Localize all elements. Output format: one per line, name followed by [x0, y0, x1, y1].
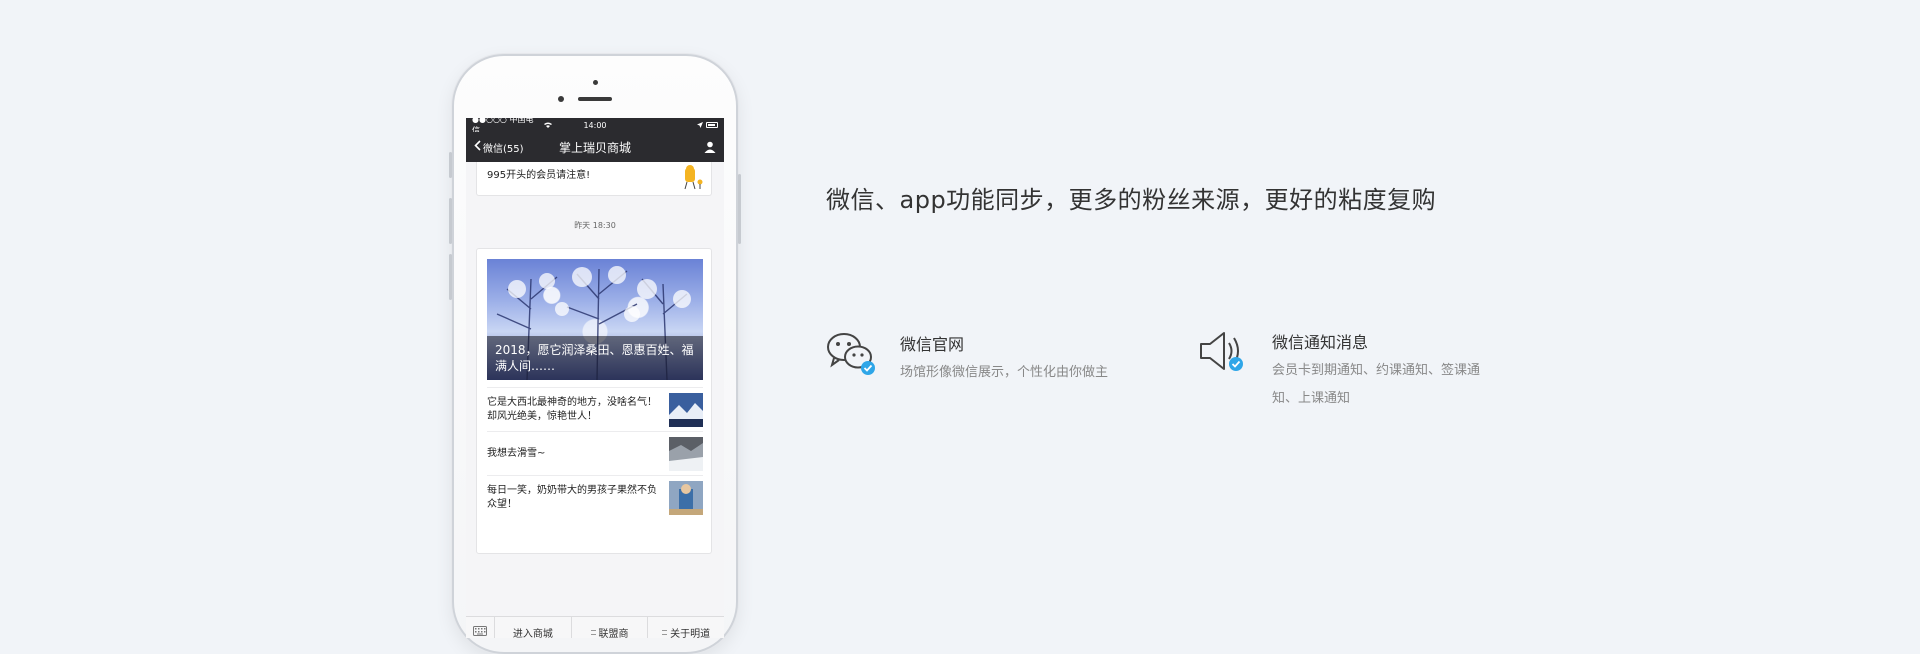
submenu-icon — [662, 629, 668, 635]
feature-wechat-website: 微信官网 场馆形像微信展示，个性化由你做主 — [826, 330, 1126, 387]
news-list-item[interactable]: 我想去滑雪~ — [487, 431, 703, 475]
message-timestamp: 昨天 18:30 — [574, 221, 616, 230]
menu-about[interactable]: 关于明道 — [648, 617, 724, 638]
menu-enter-mall[interactable]: 进入商城 — [495, 617, 572, 638]
feature-title: 微信官网 — [900, 335, 965, 354]
hero-caption: 2018，愿它润泽桑田、恩惠百姓、福满人间…… — [487, 336, 703, 380]
feature-wechat-notification: 微信通知消息 会员卡到期通知、约课通知、签课通知、上课通知 — [1198, 328, 1498, 413]
phone-screen: ●●○○○ 中国电信 14:00 微信(55) 掌上瑞贝商城 995开头的会员请… — [466, 118, 724, 638]
profile-icon[interactable] — [704, 138, 716, 157]
news-card: 2018，愿它润泽桑田、恩惠百姓、福满人间…… 它是大西北最神奇的地方，没啥名气… — [476, 248, 712, 554]
wifi-icon — [544, 121, 552, 130]
skiing-thumbnail — [669, 436, 703, 471]
boy-photo-thumbnail — [669, 480, 703, 515]
phone-volume-up — [449, 198, 452, 244]
news-list-item[interactable]: 每日一笑，奶奶带大的男孩子果然不负众望！ — [487, 475, 703, 519]
status-time: 14:00 — [583, 120, 607, 130]
message-card-top[interactable]: 995开头的会员请注意! — [476, 162, 712, 196]
feature-description: 会员卡到期通知、约课通知、签课通知、上课通知 — [1272, 363, 1481, 406]
news-item-title: 它是大西北最神奇的地方，没啥名气！却风光绝美，惊艳世人！ — [487, 396, 657, 422]
cartoon-sticker-icon — [684, 165, 703, 190]
submenu-icon — [590, 629, 596, 635]
feature-title: 微信通知消息 — [1272, 333, 1369, 352]
battery-icon — [706, 122, 718, 128]
menu-label: 关于明道 — [670, 628, 711, 639]
message-text: 995开头的会员请注意! — [487, 170, 591, 181]
custom-menu-bar: 进入商城 联盟商 关于明道 — [466, 616, 724, 638]
landscape-thumbnail — [669, 392, 703, 427]
menu-label: 联盟商 — [598, 628, 629, 639]
keyboard-icon — [473, 625, 487, 639]
location-icon — [697, 121, 703, 130]
back-label: 微信(55) — [483, 143, 524, 155]
menu-alliance[interactable]: 联盟商 — [572, 617, 649, 638]
feature-description: 场馆形像微信展示，个性化由你做主 — [900, 365, 1109, 380]
status-bar: ●●○○○ 中国电信 14:00 — [466, 118, 724, 135]
news-item-title: 我想去滑雪~ — [487, 447, 546, 459]
back-button[interactable]: 微信(55) — [474, 140, 524, 155]
chat-area: 995开头的会员请注意! 昨天 18:30 2018，愿它润泽桑田、恩惠百姓、福… — [466, 162, 724, 638]
news-list-item[interactable]: 它是大西北最神奇的地方，没啥名气！却风光绝美，惊艳世人！ — [487, 387, 703, 431]
speaker-icon — [1198, 328, 1248, 374]
phone-volume-down — [449, 254, 452, 300]
news-item-title: 每日一笑，奶奶带大的男孩子果然不负众望！ — [487, 484, 657, 510]
chevron-left-icon — [474, 140, 481, 154]
wechat-nav-bar: 微信(55) 掌上瑞贝商城 — [466, 132, 724, 162]
keyboard-toggle[interactable] — [466, 617, 495, 638]
phone-mute-switch — [449, 152, 452, 178]
phone-mockup: ●●○○○ 中国电信 14:00 微信(55) 掌上瑞贝商城 995开头的会员请… — [449, 54, 741, 654]
wechat-icon — [826, 330, 876, 376]
phone-sensor — [558, 96, 564, 102]
phone-power-button — [738, 174, 741, 244]
phone-camera — [593, 80, 598, 85]
menu-label: 进入商城 — [512, 628, 553, 639]
phone-speaker — [578, 97, 612, 101]
section-headline: 微信、app功能同步，更多的粉丝来源，更好的粘度复购 — [826, 186, 1437, 214]
hero-article[interactable]: 2018，愿它润泽桑田、恩惠百姓、福满人间…… — [487, 259, 703, 380]
